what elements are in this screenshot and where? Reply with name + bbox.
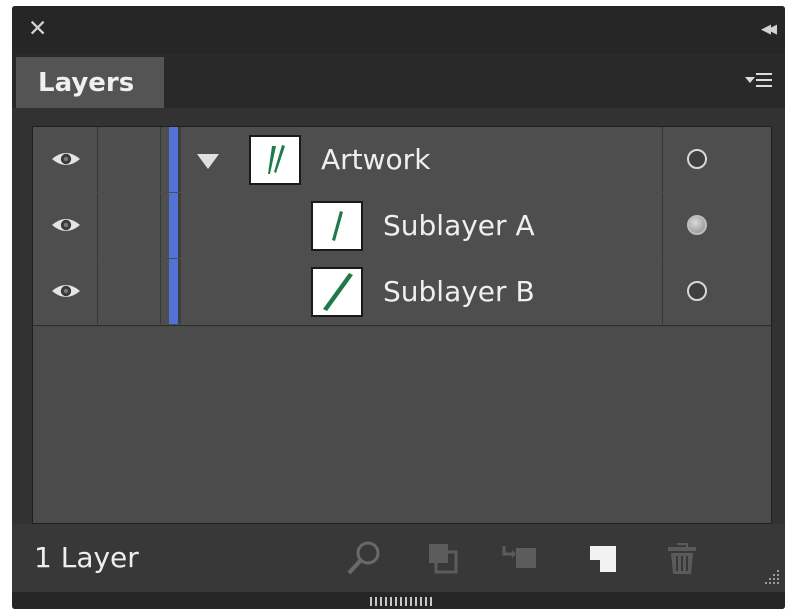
eye-icon xyxy=(52,153,80,165)
trash-icon xyxy=(668,543,696,574)
tab-strip: Layers xyxy=(12,54,785,108)
layer-count: 1 Layer xyxy=(34,541,139,574)
artwork-thumbnail-graphic xyxy=(268,145,285,174)
target-column[interactable] xyxy=(662,259,772,324)
make-clipping-mask-button[interactable] xyxy=(422,538,462,578)
lock-toggle[interactable] xyxy=(98,127,161,192)
tab-layers[interactable]: Layers xyxy=(16,57,164,108)
layer-row[interactable]: Sublayer B xyxy=(33,259,771,326)
sublayer-a-thumbnail-graphic xyxy=(332,211,343,241)
resize-grip-icon[interactable] xyxy=(761,566,781,586)
create-new-layer-icon xyxy=(590,546,616,572)
visibility-toggle[interactable] xyxy=(33,259,98,324)
create-sublayer-button[interactable] xyxy=(500,538,540,578)
layer-name[interactable]: Sublayer A xyxy=(383,193,535,259)
panel-footer: 1 Layer xyxy=(12,524,785,592)
layer-name[interactable]: Sublayer B xyxy=(383,259,535,325)
locate-object-button[interactable] xyxy=(344,538,384,578)
double-chevron-left-icon[interactable]: ◀◀ xyxy=(761,18,777,42)
layer-color-bar xyxy=(169,259,178,324)
panel-drag-grip[interactable] xyxy=(370,597,432,606)
expand-triangle-icon[interactable] xyxy=(197,154,219,169)
target-column[interactable] xyxy=(662,193,772,258)
layers-list: Artwork Sublayer A Sublayer B xyxy=(32,126,772,524)
layer-color-bar xyxy=(169,193,178,258)
make-clipping-mask-icon xyxy=(429,544,458,574)
close-icon[interactable]: ✕ xyxy=(28,15,47,43)
panel-bottom-bar xyxy=(12,592,785,609)
create-new-layer-button[interactable] xyxy=(582,538,622,578)
eye-icon xyxy=(52,285,80,297)
layer-thumbnail xyxy=(311,267,363,317)
locate-object-icon xyxy=(347,541,380,575)
target-circle-icon[interactable] xyxy=(687,149,707,169)
layer-color-bar xyxy=(169,127,178,192)
layers-panel: ✕ ◀◀ Layers Artwork Sublayer A Sublayer … xyxy=(12,6,785,609)
layer-thumbnail xyxy=(249,135,301,185)
layer-thumbnail xyxy=(311,201,363,251)
layer-row[interactable]: Artwork xyxy=(33,127,771,194)
eye-icon xyxy=(52,219,80,231)
lock-toggle[interactable] xyxy=(98,259,161,324)
visibility-toggle[interactable] xyxy=(33,193,98,258)
sublayer-b-thumbnail-graphic xyxy=(323,273,353,311)
target-circle-icon[interactable] xyxy=(687,281,707,301)
visibility-toggle[interactable] xyxy=(33,127,98,192)
target-circle-icon[interactable] xyxy=(687,215,707,235)
panel-menu-icon[interactable] xyxy=(745,70,773,92)
target-column[interactable] xyxy=(662,127,772,192)
delete-layer-button[interactable] xyxy=(662,538,702,578)
panel-titlebar: ✕ ◀◀ xyxy=(12,6,785,54)
lock-toggle[interactable] xyxy=(98,193,161,258)
create-sublayer-icon xyxy=(502,546,536,568)
layer-name[interactable]: Artwork xyxy=(321,127,430,193)
layer-row[interactable]: Sublayer A xyxy=(33,193,771,260)
